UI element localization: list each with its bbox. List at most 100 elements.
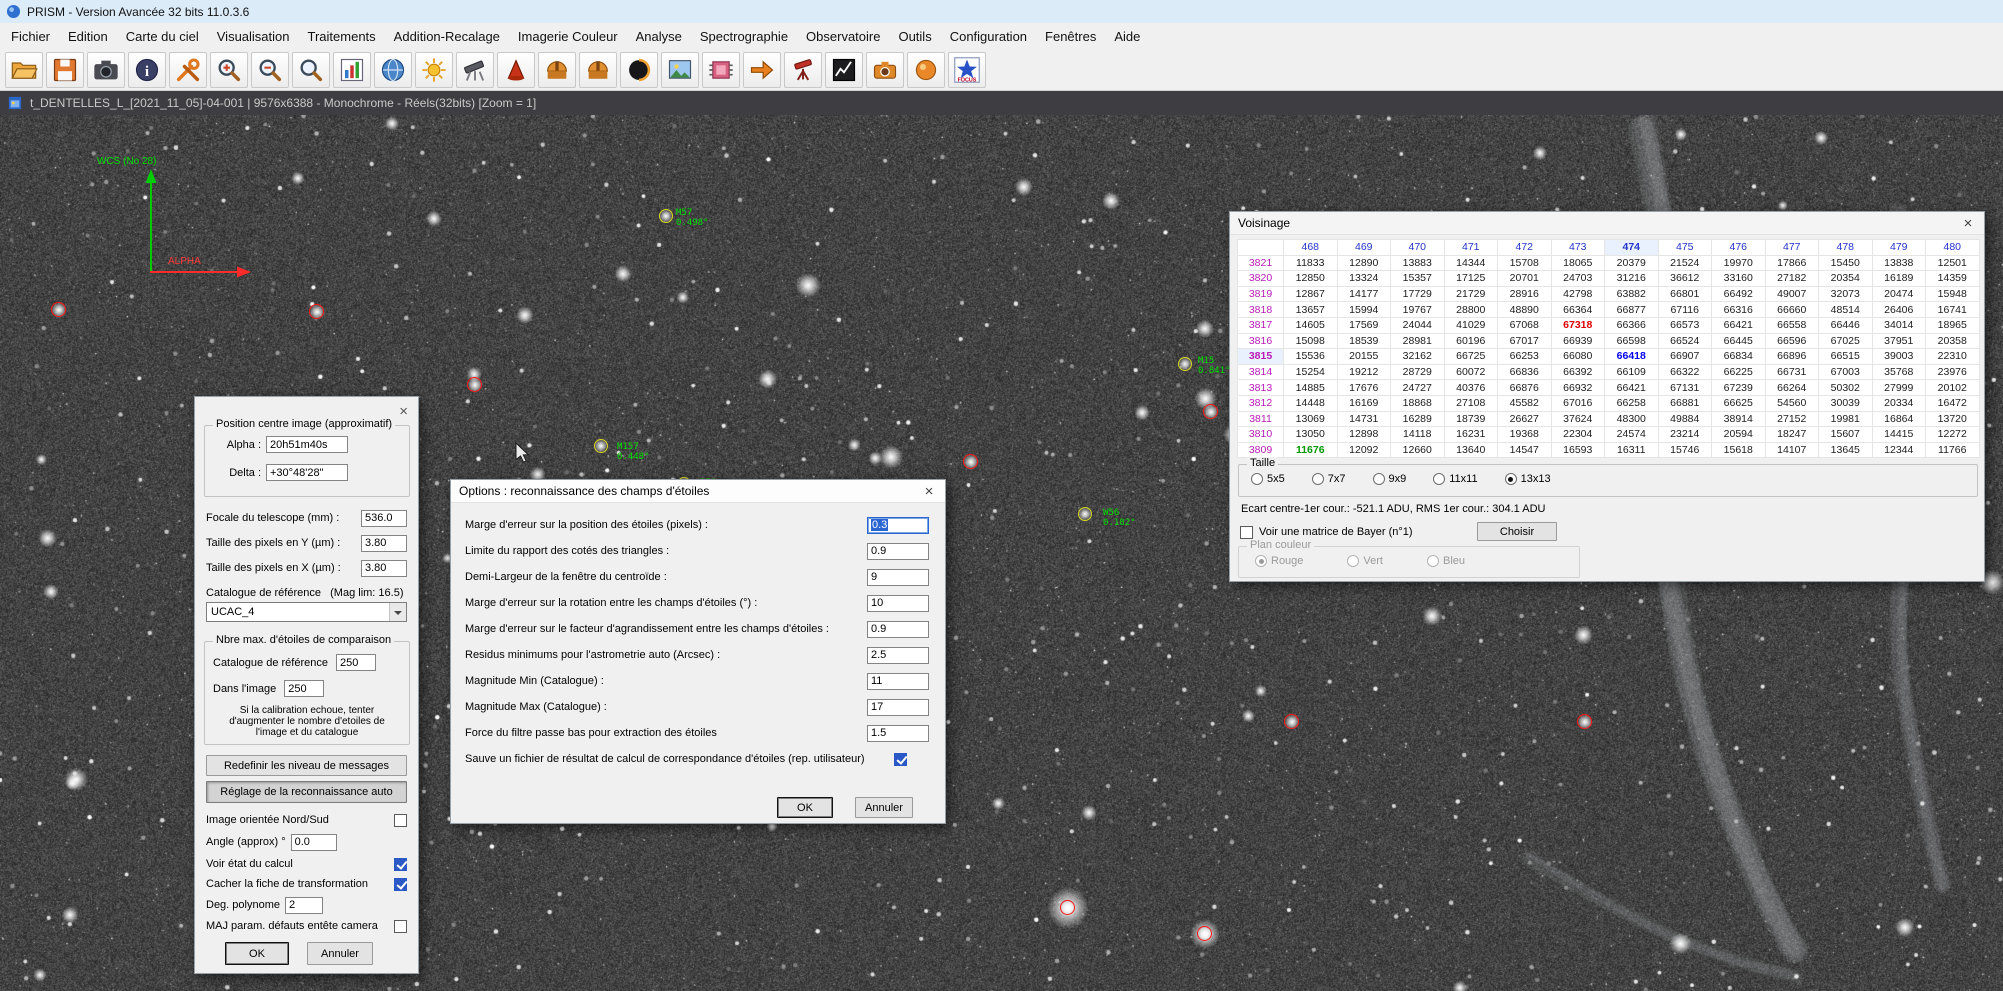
pixel-value: 66446	[1819, 317, 1873, 333]
radio-13x13[interactable]: 13x13	[1505, 473, 1551, 485]
pixel-x-label: Taille des pixels en X (µm) :	[206, 562, 341, 574]
redefinir-messages-button[interactable]: Redefinir les niveau de messages	[206, 755, 407, 776]
menu-item[interactable]: Aide	[1105, 25, 1149, 48]
close-icon[interactable]: ×	[913, 480, 945, 502]
option-input[interactable]: 1.5	[867, 725, 929, 742]
pixel-value: 60072	[1444, 364, 1498, 380]
option-input[interactable]: 0.9	[867, 621, 929, 638]
save-result-checkbox[interactable]	[894, 753, 907, 766]
pixel-value: 66598	[1605, 333, 1659, 349]
save-icon[interactable]	[46, 52, 84, 88]
nbre-etoiles-groupbox: Nbre max. d'étoiles de comparaison Catal…	[204, 641, 410, 745]
pixel-value: 35768	[1872, 364, 1926, 380]
menu-item[interactable]: Configuration	[941, 25, 1036, 48]
image-icon[interactable]	[661, 52, 699, 88]
option-label: Marge d'erreur sur la rotation entre les…	[465, 597, 757, 609]
zoom-window-icon[interactable]	[292, 52, 330, 88]
pixel-value: 24574	[1605, 427, 1659, 443]
alpha-field[interactable]: 20h51m40s	[266, 436, 348, 453]
menu-item[interactable]: Edition	[59, 25, 117, 48]
delta-field[interactable]: +30°48'28"	[266, 464, 348, 481]
cancel-button[interactable]: Annuler	[307, 942, 373, 965]
radio-Rouge: Rouge	[1255, 555, 1303, 567]
menu-item[interactable]: Addition-Recalage	[385, 25, 509, 48]
option-input[interactable]: 9	[867, 569, 929, 586]
option-input[interactable]: 11	[867, 673, 929, 690]
focale-label: Focale du telescope (mm) :	[206, 512, 339, 524]
radio-5x5[interactable]: 5x5	[1251, 473, 1285, 485]
menu-item[interactable]: Imagerie Couleur	[509, 25, 627, 48]
menu-item[interactable]: Fenêtres	[1036, 25, 1105, 48]
menu-item[interactable]: Traitements	[299, 25, 385, 48]
camera-icon[interactable]	[87, 52, 125, 88]
histogram-icon[interactable]	[333, 52, 371, 88]
menu-item[interactable]: Visualisation	[208, 25, 299, 48]
menu-item[interactable]: Analyse	[627, 25, 691, 48]
globe-icon[interactable]	[374, 52, 412, 88]
arrow-icon[interactable]	[743, 52, 781, 88]
cacher-fiche-checkbox[interactable]	[394, 878, 407, 891]
graph-icon[interactable]	[825, 52, 863, 88]
dome2-icon[interactable]	[579, 52, 617, 88]
focale-field[interactable]: 536.0	[361, 510, 407, 527]
voir-etat-checkbox[interactable]	[394, 858, 407, 871]
chevron-down-icon[interactable]	[389, 603, 406, 621]
mount-icon[interactable]	[784, 52, 822, 88]
pixel-value: 49884	[1658, 411, 1712, 427]
eclipse-icon[interactable]	[620, 52, 658, 88]
camera2-icon[interactable]	[866, 52, 904, 88]
focus-icon[interactable]: FOCUS	[948, 52, 986, 88]
maj-param-checkbox[interactable]	[394, 920, 407, 933]
pixel-value: 66322	[1658, 364, 1712, 380]
ccd-sensor-icon[interactable]	[702, 52, 740, 88]
zoom-out-icon[interactable]	[251, 52, 289, 88]
option-input[interactable]: 0.3	[867, 517, 929, 534]
nord-sud-checkbox[interactable]	[394, 814, 407, 827]
close-icon[interactable]: ×	[1952, 212, 1984, 234]
zoom-in-icon[interactable]	[210, 52, 248, 88]
option-input[interactable]: 2.5	[867, 647, 929, 664]
tools-icon[interactable]	[169, 52, 207, 88]
pixel-value: 30039	[1819, 395, 1873, 411]
menu-item[interactable]: Outils	[889, 25, 940, 48]
ok-button[interactable]: OK	[225, 942, 289, 965]
dome-icon[interactable]	[538, 52, 576, 88]
info-icon[interactable]: i	[128, 52, 166, 88]
choisir-button[interactable]: Choisir	[1477, 522, 1557, 541]
cancel-button[interactable]: Annuler	[855, 797, 913, 818]
telescope-icon[interactable]	[456, 52, 494, 88]
radio-7x7[interactable]: 7x7	[1312, 473, 1346, 485]
group-title: Plan couleur	[1247, 539, 1314, 551]
deg-polynome-field[interactable]: 2	[285, 897, 323, 914]
pixel-value: 11676	[1284, 442, 1338, 458]
radio-9x9[interactable]: 9x9	[1373, 473, 1407, 485]
pixel-value: 66366	[1605, 317, 1659, 333]
ok-button[interactable]: OK	[777, 797, 833, 818]
planet-cone-icon[interactable]	[497, 52, 535, 88]
option-input[interactable]: 17	[867, 699, 929, 716]
option-input[interactable]: 10	[867, 595, 929, 612]
column-header: 468	[1284, 240, 1338, 256]
menu-item[interactable]: Fichier	[2, 25, 59, 48]
close-icon[interactable]: ×	[399, 405, 408, 418]
pixel-value: 15746	[1658, 442, 1712, 458]
dans-image-field[interactable]: 250	[284, 680, 324, 697]
ball-icon[interactable]	[907, 52, 945, 88]
angle-field[interactable]: 0.0	[291, 834, 337, 851]
bayer-checkbox[interactable]	[1240, 526, 1253, 539]
open-folder-icon[interactable]	[5, 52, 43, 88]
pixel-value: 67131	[1658, 380, 1712, 396]
menu-item[interactable]: Carte du ciel	[117, 25, 208, 48]
pixel-value: 17125	[1444, 271, 1498, 287]
radio-11x11[interactable]: 11x11	[1433, 473, 1477, 485]
catalog-select[interactable]: UCAC_4	[206, 602, 407, 622]
pixel-y-field[interactable]: 3.80	[361, 535, 407, 552]
catalog-ref-field[interactable]: 250	[336, 654, 376, 671]
reglage-reconnaissance-button[interactable]: Réglage de la reconnaissance auto	[206, 781, 407, 803]
menu-item[interactable]: Observatoire	[797, 25, 889, 48]
pixel-x-field[interactable]: 3.80	[361, 560, 407, 577]
menu-item[interactable]: Spectrographie	[691, 25, 797, 48]
sun-icon[interactable]	[415, 52, 453, 88]
pixel-value: 16741	[1926, 302, 1980, 318]
option-input[interactable]: 0.9	[867, 543, 929, 560]
